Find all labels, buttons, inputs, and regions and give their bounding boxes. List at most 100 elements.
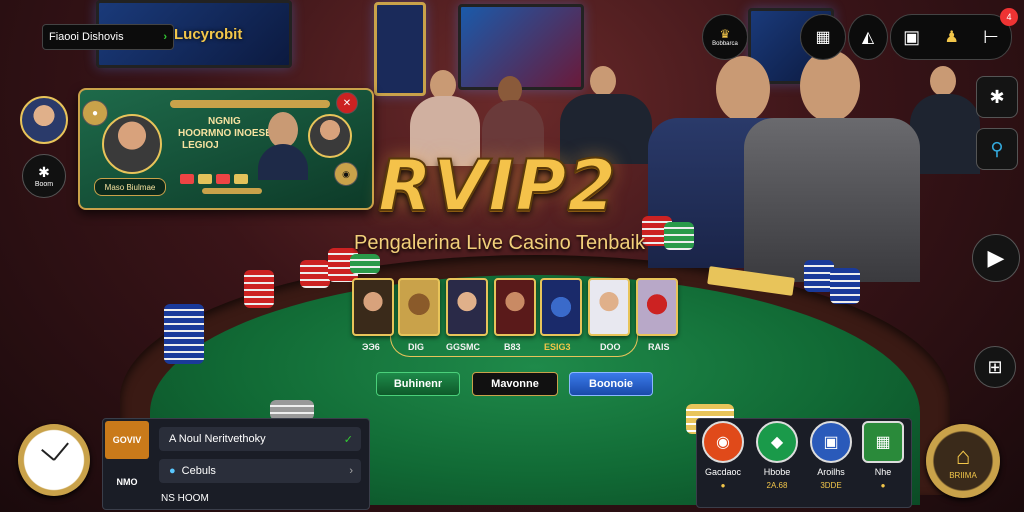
lobby-card-header	[170, 100, 330, 108]
chip-icon[interactable]: ◉	[334, 162, 358, 186]
game-row: ЭЭ6 DIG GGSMC B83 ESIG3 DOO RAIS	[350, 278, 680, 360]
menu-row-2-label: Cebuls	[181, 465, 216, 477]
chat-icon[interactable]: ▣	[903, 27, 920, 48]
home-button[interactable]: ⌂ BRIIMA	[926, 424, 1000, 498]
action-panel: ◉ Gacdaoc ● ◆ Hbobe 2A.68 ▣ Aroilhs 3DDE…	[696, 418, 912, 508]
shop-button[interactable]: ⊞	[974, 346, 1016, 388]
chair-icon[interactable]: ⊢	[983, 27, 999, 48]
action-1[interactable]: ◉ Gacdaoc ●	[699, 421, 747, 490]
action-4[interactable]: ▦ Nhe ●	[859, 421, 907, 490]
action-1-coin: ●	[720, 481, 726, 490]
menu-row-1-label: A Noul Neritvethoky	[169, 433, 266, 445]
mini-chip	[198, 174, 212, 184]
bottom-menu-panel: GOVIV NMO A Noul Neritvethoky ✓ ● Cebuls…	[102, 418, 370, 510]
lobby-line-3: LEGIOJ	[182, 140, 219, 151]
info-icon: ●	[169, 465, 176, 477]
game-tile-7[interactable]	[636, 278, 678, 336]
game-label-3: GGSMC	[446, 342, 481, 352]
profile-avatar[interactable]	[20, 96, 68, 144]
play-icon: ▶	[987, 245, 1005, 270]
game-label-6: DOO	[600, 342, 621, 352]
game-label-1: ЭЭ6	[362, 342, 380, 352]
gift-icon: ▦	[862, 421, 904, 463]
crown-icon: ♛	[719, 27, 731, 41]
tab-top[interactable]: GOVIV	[105, 421, 149, 459]
mini-chip	[216, 174, 230, 184]
clock-icon[interactable]	[18, 424, 90, 496]
clock-hand	[41, 448, 55, 461]
mini-chip	[234, 174, 248, 184]
lobby-dealer-male-body	[258, 144, 308, 180]
lobby-line-2: HOORMNO INOESE	[178, 128, 272, 139]
lobby-card[interactable]: ● NGNIG HOORMNO INOESE LEGIOJ Maso Biulm…	[78, 88, 374, 210]
menu-row-3-label: NS HOOM	[161, 493, 209, 504]
settings-button[interactable]: ✱	[976, 76, 1018, 118]
lobby-progress-bar	[202, 188, 262, 194]
top-badge-1-label: Bobbarca	[712, 41, 738, 47]
lobby-dealer-avatar-right	[308, 114, 352, 158]
top-banner[interactable]: Fiaooi Dishovis ›	[42, 24, 174, 50]
game-tile-3[interactable]	[446, 278, 488, 336]
user-icon[interactable]: ♟	[944, 27, 958, 47]
game-tile-4[interactable]	[494, 278, 536, 336]
record-icon: ◉	[702, 421, 744, 463]
chip-stack	[244, 270, 274, 308]
top-banner-label: Fiaooi Dishovis	[49, 31, 124, 43]
lobby-dealer-male	[268, 112, 298, 148]
tab-bottom[interactable]: NMO	[105, 463, 149, 501]
action-2-label: Hbobe	[763, 467, 791, 477]
top-badge-1[interactable]: ♛ Bobbarca	[702, 14, 748, 60]
gear-icon: ✱	[989, 86, 1005, 107]
building-icon: ⌂	[955, 442, 971, 470]
wall-screen-center	[458, 4, 584, 90]
game-label-7: RAIS	[648, 342, 670, 352]
mini-chip	[180, 174, 194, 184]
action-1-label: Gacdaoc	[704, 467, 742, 477]
next-button[interactable]: ▶	[972, 234, 1020, 282]
boom-badge[interactable]: ✱ Boom	[22, 154, 66, 198]
chevron-right-icon: ›	[163, 31, 167, 43]
cta-button-green[interactable]: Buhinenr	[376, 372, 460, 396]
chip-stack	[664, 222, 694, 250]
action-4-label: Nhe	[874, 467, 892, 477]
compass-button[interactable]: ◭	[848, 14, 888, 60]
star-icon: ✱	[38, 164, 50, 180]
action-2-coin: 2A.68	[766, 481, 788, 490]
notification-badge[interactable]: 4	[1000, 8, 1018, 26]
dealer-head-right	[800, 50, 860, 122]
game-label-2: DIG	[408, 342, 425, 352]
action-2[interactable]: ◆ Hbobe 2A.68	[753, 421, 801, 490]
game-tile-6[interactable]	[588, 278, 630, 336]
lobby-name-pill: Maso Biulmae	[94, 178, 166, 196]
pin-icon: ⚲	[990, 138, 1004, 159]
action-3-coin: 3DDE	[820, 481, 842, 490]
chip-stack	[300, 260, 330, 288]
top-toolbar: ▣ ♟ ⊢	[890, 14, 1012, 60]
close-icon[interactable]: ✕	[336, 92, 358, 114]
action-3[interactable]: ▣ Aroilhs 3DDE	[807, 421, 855, 490]
cards-icon: ▦	[815, 29, 831, 46]
hero-subtitle: Pengalerina Live Casino Tenbaik	[354, 232, 645, 254]
cta-button-blue[interactable]: Boonoie	[569, 372, 653, 396]
game-tile-5[interactable]	[540, 278, 582, 336]
menu-row-2[interactable]: ● Cebuls ›	[159, 459, 361, 483]
menu-row-1[interactable]: A Noul Neritvethoky ✓	[159, 427, 361, 451]
diamond-icon: ◆	[756, 421, 798, 463]
clock-hand	[53, 442, 69, 461]
location-button[interactable]: ⚲	[976, 128, 1018, 170]
game-label-4: B83	[504, 342, 521, 352]
lobby-line-1: NGNIG	[208, 116, 241, 127]
game-tile-1[interactable]	[352, 278, 394, 336]
wall-frame	[374, 2, 426, 96]
chip-stack	[270, 400, 314, 420]
lobby-dealer-avatar-left	[102, 114, 162, 174]
dealer-head-left	[716, 56, 770, 122]
game-tile-2[interactable]	[398, 278, 440, 336]
cta-button-dark[interactable]: Mavonne	[472, 372, 558, 396]
chip-stack	[830, 268, 860, 304]
action-3-label: Aroilhs	[817, 467, 845, 477]
cards-button[interactable]: ▦	[800, 14, 846, 60]
game-label-5: ESIG3	[544, 342, 571, 352]
boom-badge-label: Boom	[34, 181, 54, 188]
patron-body	[910, 94, 980, 174]
